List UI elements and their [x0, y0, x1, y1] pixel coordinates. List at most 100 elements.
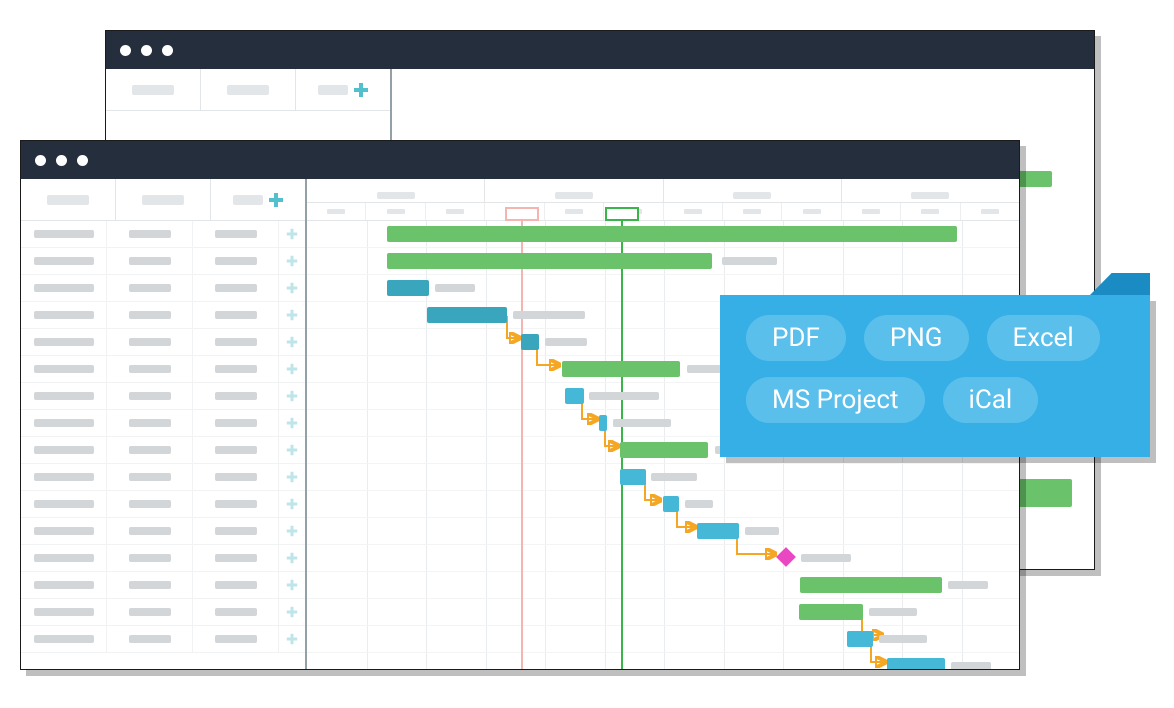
- task-cell[interactable]: [193, 437, 279, 463]
- task-cell[interactable]: [107, 248, 193, 274]
- task-cell[interactable]: [107, 491, 193, 517]
- add-task-button[interactable]: [279, 464, 305, 490]
- add-column-button[interactable]: [296, 69, 390, 110]
- milestone-marker[interactable]: [776, 547, 796, 567]
- timeline-day-header[interactable]: [664, 203, 723, 220]
- gantt-bar[interactable]: [620, 469, 646, 485]
- task-row[interactable]: [21, 221, 305, 248]
- task-cell[interactable]: [21, 626, 107, 652]
- timeline-day-header[interactable]: [426, 203, 485, 220]
- gantt-bar[interactable]: [887, 658, 945, 669]
- gantt-bar[interactable]: [565, 388, 584, 404]
- task-cell[interactable]: [21, 410, 107, 436]
- add-task-button[interactable]: [279, 572, 305, 598]
- task-cell[interactable]: [193, 221, 279, 247]
- timeline-day-header[interactable]: [782, 203, 841, 220]
- add-task-button[interactable]: [279, 437, 305, 463]
- window-control-dot[interactable]: [77, 155, 88, 166]
- task-cell[interactable]: [107, 383, 193, 409]
- add-task-button[interactable]: [279, 248, 305, 274]
- task-row[interactable]: [21, 410, 305, 437]
- task-cell[interactable]: [193, 545, 279, 571]
- timeline-day-header[interactable]: [307, 203, 366, 220]
- task-cell[interactable]: [193, 383, 279, 409]
- marker-head[interactable]: [605, 207, 639, 221]
- export-excel-button[interactable]: Excel: [987, 315, 1100, 361]
- timeline-day-header[interactable]: [723, 203, 782, 220]
- add-task-button[interactable]: [279, 275, 305, 301]
- task-cell[interactable]: [107, 518, 193, 544]
- add-task-button[interactable]: [279, 599, 305, 625]
- task-cell[interactable]: [21, 356, 107, 382]
- task-cell[interactable]: [193, 410, 279, 436]
- marker-head[interactable]: [505, 207, 539, 221]
- gantt-bar[interactable]: [620, 442, 708, 458]
- task-cell[interactable]: [107, 275, 193, 301]
- timeline-day-header[interactable]: [545, 203, 604, 220]
- gantt-bar[interactable]: [387, 226, 957, 242]
- task-cell[interactable]: [21, 383, 107, 409]
- task-row[interactable]: [21, 464, 305, 491]
- task-cell[interactable]: [107, 329, 193, 355]
- task-cell[interactable]: [193, 518, 279, 544]
- task-cell[interactable]: [107, 626, 193, 652]
- task-cell[interactable]: [21, 437, 107, 463]
- task-row[interactable]: [21, 599, 305, 626]
- gantt-bar[interactable]: [599, 415, 607, 431]
- gantt-bar[interactable]: [521, 334, 539, 350]
- window-control-dot[interactable]: [120, 45, 131, 56]
- task-row[interactable]: [21, 383, 305, 410]
- task-cell[interactable]: [193, 275, 279, 301]
- task-cell[interactable]: [193, 248, 279, 274]
- add-task-button[interactable]: [279, 626, 305, 652]
- gantt-bar[interactable]: [427, 307, 507, 323]
- task-cell[interactable]: [21, 545, 107, 571]
- task-cell[interactable]: [193, 626, 279, 652]
- task-cell[interactable]: [107, 221, 193, 247]
- window-control-dot[interactable]: [35, 155, 46, 166]
- task-cell[interactable]: [107, 545, 193, 571]
- timeline-day-header[interactable]: [366, 203, 425, 220]
- task-cell[interactable]: [107, 410, 193, 436]
- task-cell[interactable]: [21, 464, 107, 490]
- task-cell[interactable]: [107, 464, 193, 490]
- task-cell[interactable]: [193, 572, 279, 598]
- task-cell[interactable]: [21, 572, 107, 598]
- export-png-button[interactable]: PNG: [864, 315, 969, 361]
- task-row[interactable]: [21, 275, 305, 302]
- task-cell[interactable]: [107, 356, 193, 382]
- add-task-button[interactable]: [279, 491, 305, 517]
- add-task-button[interactable]: [279, 545, 305, 571]
- task-cell[interactable]: [107, 302, 193, 328]
- add-task-button[interactable]: [279, 410, 305, 436]
- timeline-day-header[interactable]: [842, 203, 901, 220]
- task-cell[interactable]: [107, 599, 193, 625]
- gantt-bar[interactable]: [663, 496, 679, 512]
- task-cell[interactable]: [21, 329, 107, 355]
- add-task-button[interactable]: [279, 329, 305, 355]
- task-row[interactable]: [21, 356, 305, 383]
- task-row[interactable]: [21, 437, 305, 464]
- export-pdf-button[interactable]: PDF: [746, 315, 846, 361]
- column-header[interactable]: [201, 69, 296, 110]
- task-cell[interactable]: [21, 599, 107, 625]
- task-cell[interactable]: [193, 302, 279, 328]
- task-cell[interactable]: [193, 329, 279, 355]
- add-column-button[interactable]: [211, 179, 305, 220]
- gantt-bar[interactable]: [387, 280, 429, 296]
- task-cell[interactable]: [193, 464, 279, 490]
- timeline-day-header[interactable]: [961, 203, 1019, 220]
- add-task-button[interactable]: [279, 518, 305, 544]
- task-cell[interactable]: [21, 275, 107, 301]
- task-row[interactable]: [21, 545, 305, 572]
- gantt-bar[interactable]: [697, 523, 739, 539]
- task-cell[interactable]: [21, 302, 107, 328]
- task-cell[interactable]: [21, 248, 107, 274]
- task-cell[interactable]: [107, 572, 193, 598]
- gantt-bar[interactable]: [387, 253, 712, 269]
- task-row[interactable]: [21, 329, 305, 356]
- task-cell[interactable]: [193, 356, 279, 382]
- window-control-dot[interactable]: [162, 45, 173, 56]
- timeline-day-header[interactable]: [901, 203, 960, 220]
- task-row[interactable]: [21, 518, 305, 545]
